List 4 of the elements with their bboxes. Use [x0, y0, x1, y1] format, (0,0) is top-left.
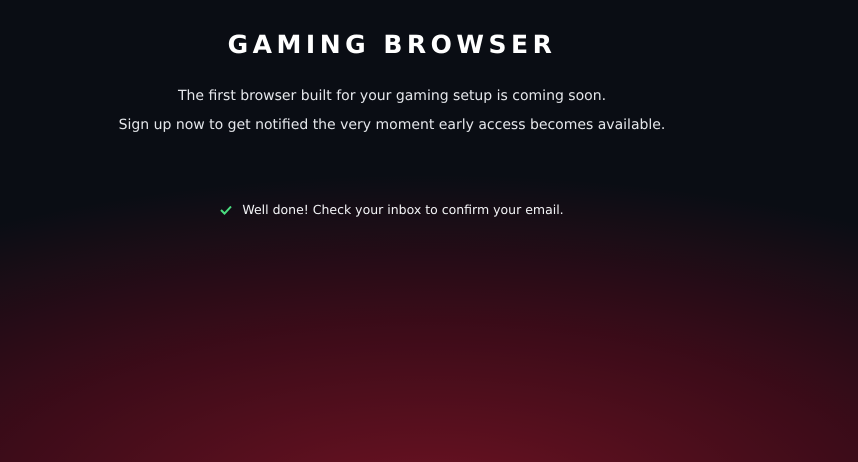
page-title: GAMING BROWSER [228, 30, 556, 60]
intro-text: Sign up now to get notified the very moment early access becomes available. [118, 116, 666, 135]
success-message: Well done! Check your inbox to confirm your email. [242, 201, 564, 219]
intro-text: The first browser built for your gaming setup is coming soon. [178, 87, 606, 106]
